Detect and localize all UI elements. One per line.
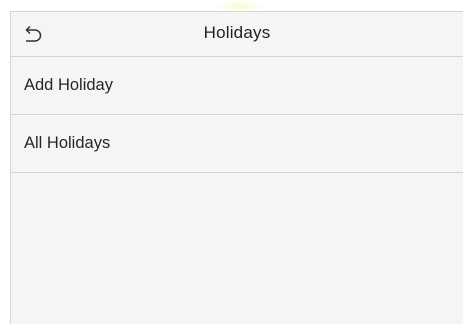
menu-item-add-holiday[interactable]: Add Holiday [11, 57, 463, 115]
menu-item-label: All Holidays [24, 134, 111, 152]
menu-item-label: Add Holiday [24, 76, 113, 94]
device-screen: Holidays Add Holiday All Holidays [10, 11, 463, 324]
menu-item-all-holidays[interactable]: All Holidays [11, 115, 463, 173]
title-bar: Holidays [11, 12, 463, 57]
page-title: Holidays [203, 23, 271, 42]
